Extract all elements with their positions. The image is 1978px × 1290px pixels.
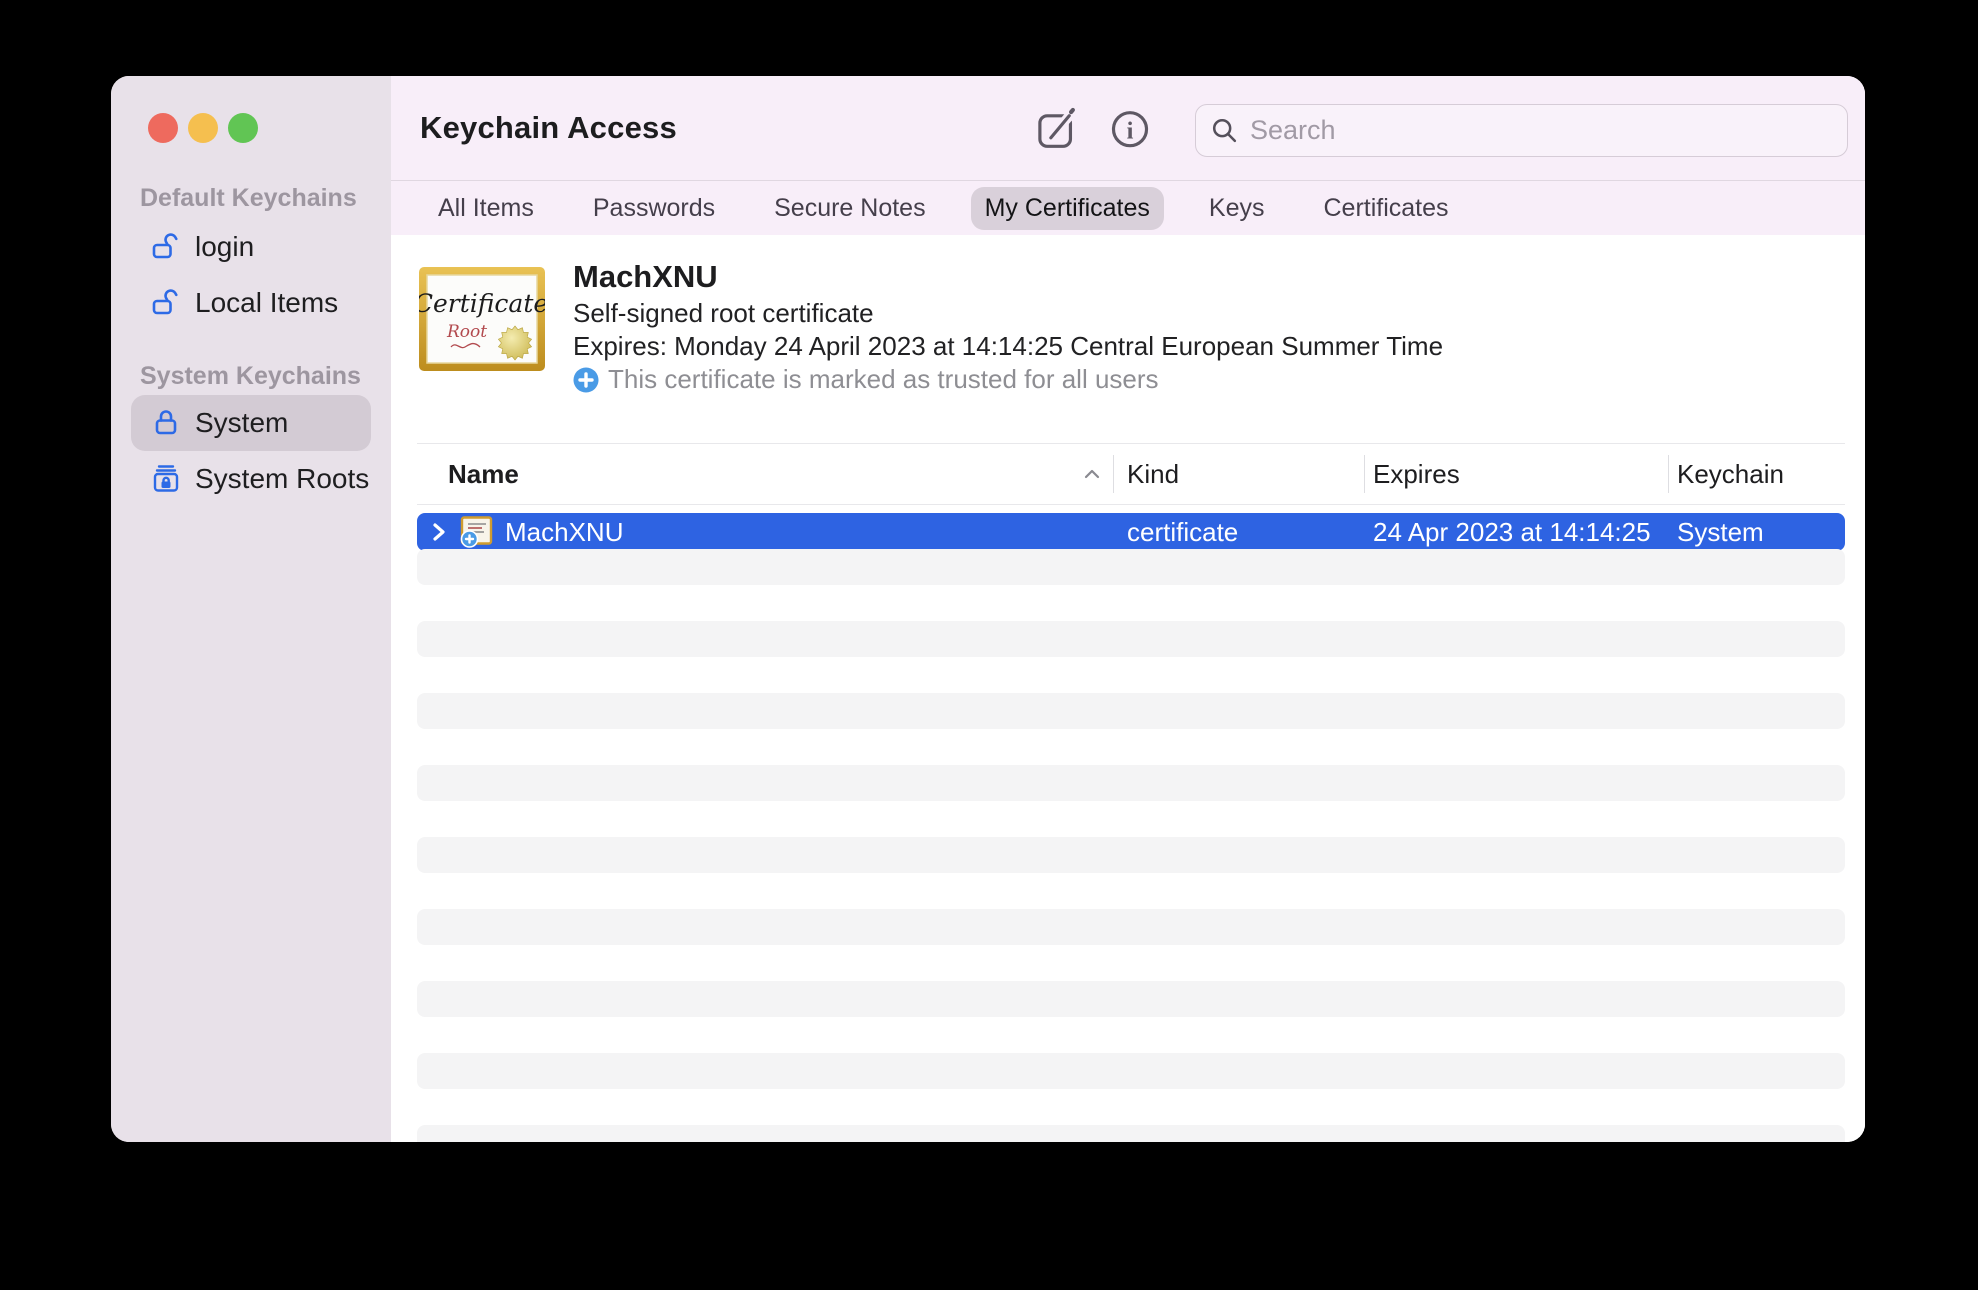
sidebar-item-local-items[interactable]: Local Items [131,275,371,331]
certificate-name: MachXNU [573,257,1443,297]
sidebar-section-default-keychains: Default Keychains [140,184,357,213]
column-header-kind[interactable]: Kind [1113,444,1364,504]
trusted-badge-icon [573,367,599,393]
sidebar-item-system[interactable]: System [131,395,371,451]
sidebar-item-label: System [195,407,288,439]
table-row-machxnu-selected[interactable]: MachXNU certificate 24 Apr 2023 at 14:14… [417,513,1845,551]
tab-keys[interactable]: Keys [1195,187,1279,230]
certificate-description: Self-signed root certificate [573,297,1443,330]
sidebar-item-label: login [195,231,254,263]
empty-row-stripe [417,909,1845,945]
unlocked-padlock-icon [150,231,182,263]
row-keychain: System [1668,517,1845,548]
search-icon [1210,116,1240,146]
content-area: Certificate Root MachXNU Self-signed roo… [391,235,1865,1142]
empty-row-stripe [417,837,1845,873]
tab-bar: All Items Passwords Secure Notes My Cert… [391,180,1865,235]
search-input[interactable] [1250,115,1833,146]
tab-passwords[interactable]: Passwords [579,187,729,230]
system-roots-vault-icon [150,463,182,495]
zoom-button[interactable] [228,113,258,143]
sidebar-item-system-roots[interactable]: System Roots [131,451,371,507]
tab-secure-notes[interactable]: Secure Notes [760,187,939,230]
column-header-keychain[interactable]: Keychain [1668,444,1845,504]
traffic-lights [148,113,258,143]
certificate-expiry: Expires: Monday 24 April 2023 at 14:14:2… [573,330,1443,363]
tab-my-certificates[interactable]: My Certificates [971,187,1164,230]
compose-button[interactable] [1035,106,1079,150]
column-header-expires[interactable]: Expires [1364,444,1668,504]
empty-row-stripe [417,765,1845,801]
sidebar-item-login[interactable]: login [131,219,371,275]
keychain-access-window: Default Keychains login Local Items Syst… [111,76,1865,1142]
svg-text:i: i [1127,117,1134,144]
close-button[interactable] [148,113,178,143]
column-header-name[interactable]: Name [417,444,1113,504]
tab-all-items[interactable]: All Items [424,187,548,230]
empty-row-stripe [417,693,1845,729]
sidebar-section-system-keychains: System Keychains [140,362,361,391]
unlocked-padlock-icon [150,287,182,319]
info-icon: i [1108,106,1152,150]
certificate-detail: MachXNU Self-signed root certificate Exp… [573,257,1443,396]
row-kind: certificate [1113,517,1364,548]
certificate-art-root: Root [446,322,487,342]
trust-note: This certificate is marked as trusted fo… [608,363,1159,396]
table-body: MachXNU certificate 24 Apr 2023 at 14:14… [417,505,1845,1142]
row-expires: 24 Apr 2023 at 14:14:25 [1364,517,1668,548]
search-field [1195,104,1848,157]
compose-icon [1035,106,1079,150]
empty-row-stripe [417,1125,1845,1142]
tab-certificates[interactable]: Certificates [1310,187,1463,230]
certificate-mini-icon [459,516,495,548]
disclosure-chevron-icon[interactable] [429,521,449,543]
sidebar-item-label: Local Items [195,287,338,319]
empty-row-stripe [417,549,1845,585]
empty-row-stripe [417,1053,1845,1089]
locked-padlock-icon [150,407,182,439]
minimize-button[interactable] [188,113,218,143]
sidebar-item-label: System Roots [195,463,369,495]
certificate-art-title: Certificate [419,289,545,318]
toolbar: Keychain Access i [391,76,1865,180]
empty-row-stripe [417,981,1845,1017]
sidebar: Default Keychains login Local Items Syst… [111,76,391,1142]
page-title: Keychain Access [420,110,677,146]
main-area: Keychain Access i [391,76,1865,1142]
table-header: Name Kind Expires Keychain [417,443,1845,505]
certificate-artwork-icon: Certificate Root [419,267,545,371]
info-button[interactable]: i [1108,106,1152,150]
empty-row-stripe [417,621,1845,657]
sort-ascending-icon [1083,468,1101,480]
row-name: MachXNU [505,517,623,548]
